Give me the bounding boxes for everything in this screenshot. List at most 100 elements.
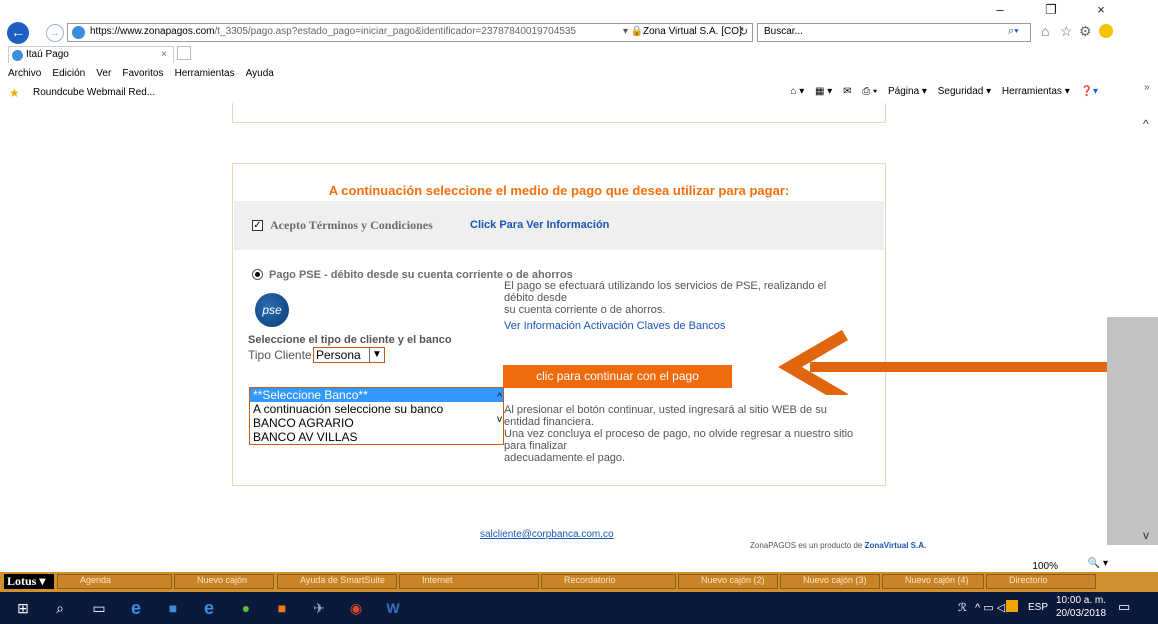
- menu-herramientas-cmd[interactable]: Herramientas ▾: [1002, 86, 1070, 97]
- app-bird-icon[interactable]: ✈: [310, 599, 328, 617]
- language-indicator[interactable]: ESP: [1028, 602, 1048, 613]
- lotus-drawer[interactable]: Internet: [399, 574, 539, 589]
- refresh-icon[interactable]: ↻: [739, 25, 748, 38]
- lotus-drawer[interactable]: Nuevo cajón (4): [882, 574, 984, 589]
- search-box[interactable]: Buscar... ⌕▾: [757, 23, 1031, 42]
- menu-ayuda[interactable]: Ayuda: [246, 66, 274, 79]
- favorite-roundcube[interactable]: Roundcube Webmail Red...: [33, 87, 155, 98]
- previous-panel: [232, 103, 886, 123]
- search-placeholder: Buscar...: [764, 26, 803, 37]
- chevron-more-icon[interactable]: »: [1144, 82, 1150, 93]
- task-view-icon[interactable]: ▭: [90, 599, 108, 617]
- clock-date[interactable]: 20/03/2018: [1056, 608, 1106, 619]
- menu-favoritos[interactable]: Favoritos: [122, 66, 163, 79]
- bank-option[interactable]: BANCO AGRARIO: [250, 416, 503, 430]
- menu-herramientas[interactable]: Herramientas: [175, 66, 235, 79]
- scroll-up-icon[interactable]: ^: [497, 392, 502, 403]
- mail-icon[interactable]: ✉: [843, 86, 851, 97]
- command-bar: ⌂ ▾ ▦ ▾ ✉ ⎙ ▾ Página ▾ Seguridad ▾ Herra…: [782, 86, 1098, 97]
- home-icon[interactable]: ⌂: [1041, 23, 1049, 39]
- home-small-icon[interactable]: ⌂ ▾: [790, 86, 804, 97]
- support-email-link[interactable]: salcliente@corpbanca.com.co: [480, 529, 614, 540]
- edge-icon[interactable]: e: [200, 599, 218, 617]
- lotus-logo[interactable]: Lotus ▾: [4, 574, 54, 589]
- menu-archivo[interactable]: Archivo: [8, 66, 41, 79]
- zoom-level[interactable]: 🔍 100% ▾: [1032, 558, 1108, 572]
- select-client-bank-label: Seleccione el tipo de cliente y el banco: [248, 334, 452, 346]
- minimize-button[interactable]: –: [985, 2, 1015, 18]
- search-icon[interactable]: ⌕: [51, 599, 69, 617]
- feeds-icon[interactable]: ▦ ▾: [815, 86, 832, 97]
- pse-radio[interactable]: [252, 269, 263, 280]
- tab-close-icon[interactable]: ×: [161, 49, 167, 60]
- page-scrollbar[interactable]: ^ v: [1107, 103, 1158, 555]
- bank-option[interactable]: **Seleccione Banco**: [250, 388, 503, 402]
- lotus-drawer[interactable]: Nuevo cajón (3): [780, 574, 880, 589]
- new-tab-button[interactable]: [177, 46, 191, 60]
- menu-edicion[interactable]: Edición: [52, 66, 85, 79]
- scrollbar-thumb[interactable]: [1107, 317, 1158, 545]
- lotus-drawer[interactable]: Agenda: [57, 574, 172, 589]
- site-identity[interactable]: Zona Virtual S.A. [CO]: [643, 26, 742, 37]
- bank-option[interactable]: BANCO AV VILLAS: [250, 430, 503, 444]
- notifications-icon[interactable]: ▭: [1118, 599, 1130, 615]
- lotus-drawer[interactable]: Nuevo cajón: [174, 574, 274, 589]
- tab-itau-pago[interactable]: Itaú Pago ×: [8, 46, 174, 63]
- lotus-drawer[interactable]: Directorio: [986, 574, 1096, 589]
- client-type-value: Persona: [316, 348, 361, 362]
- lotus-drawer[interactable]: Ayuda de SmartSuite: [277, 574, 397, 589]
- windows-start-icon[interactable]: ⊞: [14, 599, 32, 617]
- forward-button[interactable]: →: [46, 24, 64, 42]
- tab-title: Itaú Pago: [26, 49, 69, 60]
- dropdown-icon[interactable]: ▾ 🔒: [623, 26, 643, 37]
- bank-listbox[interactable]: **Seleccione Banco** A continuación sele…: [249, 387, 504, 445]
- app-green-icon[interactable]: ●: [237, 599, 255, 617]
- terms-info-link[interactable]: Click Para Ver Información: [470, 219, 609, 231]
- page-content: A continuación seleccione el medio de pa…: [0, 103, 1107, 555]
- client-type-select[interactable]: Persona ▼: [313, 347, 385, 363]
- tab-favicon-icon: [12, 50, 23, 61]
- menu-pagina[interactable]: Página ▾: [888, 86, 927, 97]
- chevron-down-icon: ▼: [369, 348, 384, 362]
- terms-strip: ✓ Acepto Términos y Condiciones Click Pa…: [234, 201, 884, 250]
- chrome-icon[interactable]: ◉: [347, 599, 365, 617]
- address-bar[interactable]: https://www.zonapagos.com/t_3305/pago.as…: [67, 23, 753, 42]
- lotus-drawer[interactable]: Nuevo cajón (2): [678, 574, 778, 589]
- windows-taskbar: ⊞ ⌕ ▭ e ■ e ● ■ ✈ ◉ W ℛ ^ ▭ ◁× ESP 10:00…: [0, 592, 1158, 624]
- add-favorite-icon[interactable]: ★: [9, 86, 20, 100]
- favorites-star-icon[interactable]: ☆: [1060, 23, 1073, 40]
- search-icon[interactable]: ⌕▾: [1008, 25, 1019, 38]
- lotus-smartcenter-bar: Lotus ▾ Agenda Nuevo cajón Ayuda de Smar…: [0, 572, 1158, 592]
- print-icon[interactable]: ⎙ ▾: [862, 86, 877, 97]
- annotation-arrow: [778, 329, 1107, 395]
- word-icon[interactable]: W: [384, 599, 402, 617]
- smiley-icon[interactable]: [1099, 24, 1113, 38]
- scroll-down-arrow-icon[interactable]: v: [1143, 528, 1149, 542]
- pse-logo: pse: [255, 293, 289, 327]
- lotus-drawer[interactable]: Recordatorio: [541, 574, 676, 589]
- terms-checkbox[interactable]: ✓: [252, 220, 263, 231]
- app-orange-icon[interactable]: ■: [273, 599, 291, 617]
- gear-icon[interactable]: ⚙: [1079, 23, 1092, 40]
- scroll-up-arrow-icon[interactable]: ^: [1143, 117, 1149, 131]
- menu-seguridad[interactable]: Seguridad ▾: [938, 86, 991, 97]
- close-button[interactable]: ×: [1086, 2, 1116, 18]
- bank-option[interactable]: A continuación seleccione su banco: [250, 402, 503, 416]
- continue-payment-button[interactable]: clic para continuar con el pago: [503, 365, 732, 388]
- help-icon[interactable]: ❓▾: [1081, 86, 1098, 97]
- people-icon[interactable]: ℛ: [958, 601, 967, 614]
- url-path: /t_3305/pago.asp?estado_pago=iniciar_pag…: [214, 26, 576, 37]
- clock-time[interactable]: 10:00 a. m.: [1056, 595, 1106, 606]
- file-explorer-icon[interactable]: ■: [164, 599, 182, 617]
- internet-explorer-icon[interactable]: e: [127, 599, 145, 617]
- back-button[interactable]: ←: [7, 22, 29, 44]
- app-tray-icon[interactable]: [1006, 600, 1018, 612]
- menu-ver[interactable]: Ver: [96, 66, 111, 79]
- bank-codes-link[interactable]: Ver Información Activación Claves de Ban…: [504, 320, 725, 332]
- payment-title: A continuación seleccione el medio de pa…: [328, 183, 790, 198]
- browser-chrome: – ❐ × ← → https://www.zonapagos.com/t_33…: [0, 0, 1158, 120]
- restore-button[interactable]: ❐: [1036, 2, 1066, 18]
- scroll-down-icon[interactable]: v: [497, 414, 502, 425]
- client-type-label: Tipo Cliente: [248, 348, 312, 362]
- redirect-notice: Al presionar el botón continuar, usted i…: [504, 404, 854, 464]
